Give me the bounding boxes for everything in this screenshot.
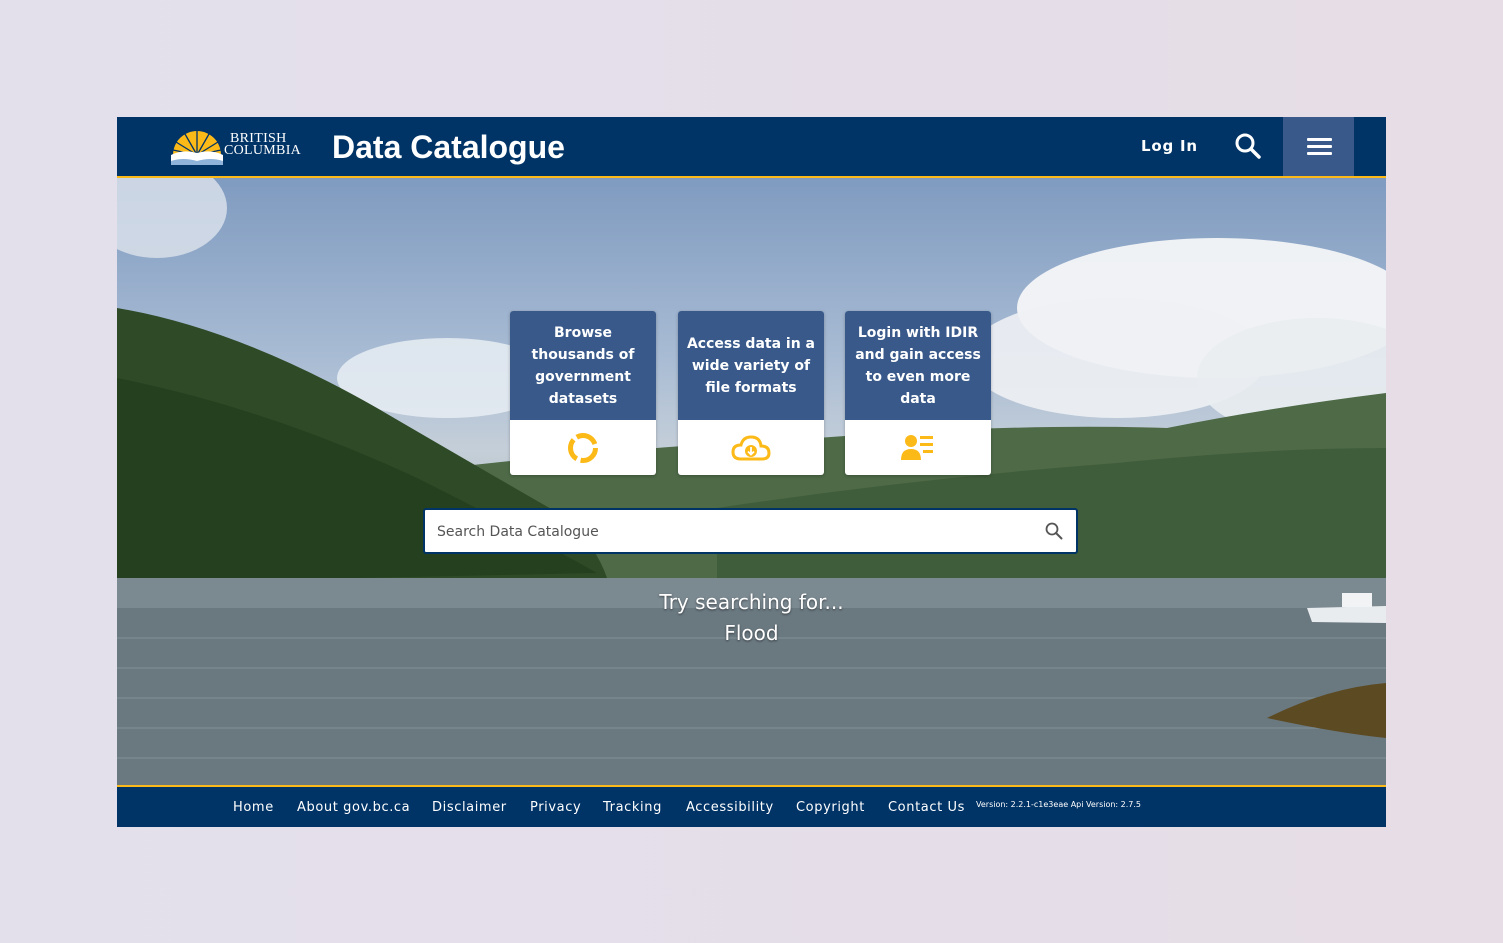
site-title[interactable]: Data Catalogue [332,127,565,167]
donut-chart-icon [568,432,598,463]
feature-card-text: Access data in a wide variety of file fo… [678,311,824,420]
sun-logo-icon [171,131,223,165]
footer-link-disclaimer[interactable]: Disclaimer [432,800,507,815]
browser-frame: BRITISH COLUMBIA Data Catalogue Log In B… [117,117,1386,827]
footer-link-accessibility[interactable]: Accessibility [686,800,774,815]
feature-card-text: Login with IDIR and gain access to even … [845,311,991,420]
login-button[interactable]: Log In [1141,137,1198,155]
footer-link-about[interactable]: About gov.bc.ca [297,800,410,815]
feature-card-browse[interactable]: Browse thousands of government datasets [510,311,656,475]
hamburger-icon [1307,138,1332,141]
footer-link-tracking[interactable]: Tracking [603,800,662,815]
site-footer: Home About gov.bc.ca Disclaimer Privacy … [117,785,1386,827]
footer-link-home[interactable]: Home [233,800,274,815]
site-header: BRITISH COLUMBIA Data Catalogue Log In [117,117,1386,178]
footer-link-privacy[interactable]: Privacy [530,800,581,815]
catalogue-search [423,508,1078,554]
landscape-background [117,178,1386,785]
search-suggestion-term[interactable]: Flood [117,621,1386,645]
feature-card-formats[interactable]: Access data in a wide variety of file fo… [678,311,824,475]
search-input[interactable] [435,510,1029,554]
cloud-download-icon [731,434,771,460]
bc-logo[interactable]: BRITISH COLUMBIA [169,127,302,167]
menu-button[interactable] [1283,117,1354,176]
footer-link-contact[interactable]: Contact Us [888,800,965,815]
hero-banner: Browse thousands of government datasets … [117,178,1386,785]
feature-card-login[interactable]: Login with IDIR and gain access to even … [845,311,991,475]
search-icon [1235,133,1261,159]
version-info: Version: 2.2.1-c1e3eae Api Version: 2.7.… [976,800,1142,809]
search-icon[interactable] [1044,521,1064,541]
user-list-icon [901,434,933,460]
search-suggestion-prompt: Try searching for... [659,590,844,614]
footer-link-copyright[interactable]: Copyright [796,800,865,815]
logo-line-2: COLUMBIA [224,143,302,158]
header-search-button[interactable] [1233,131,1263,161]
feature-card-text: Browse thousands of government datasets [510,311,656,420]
